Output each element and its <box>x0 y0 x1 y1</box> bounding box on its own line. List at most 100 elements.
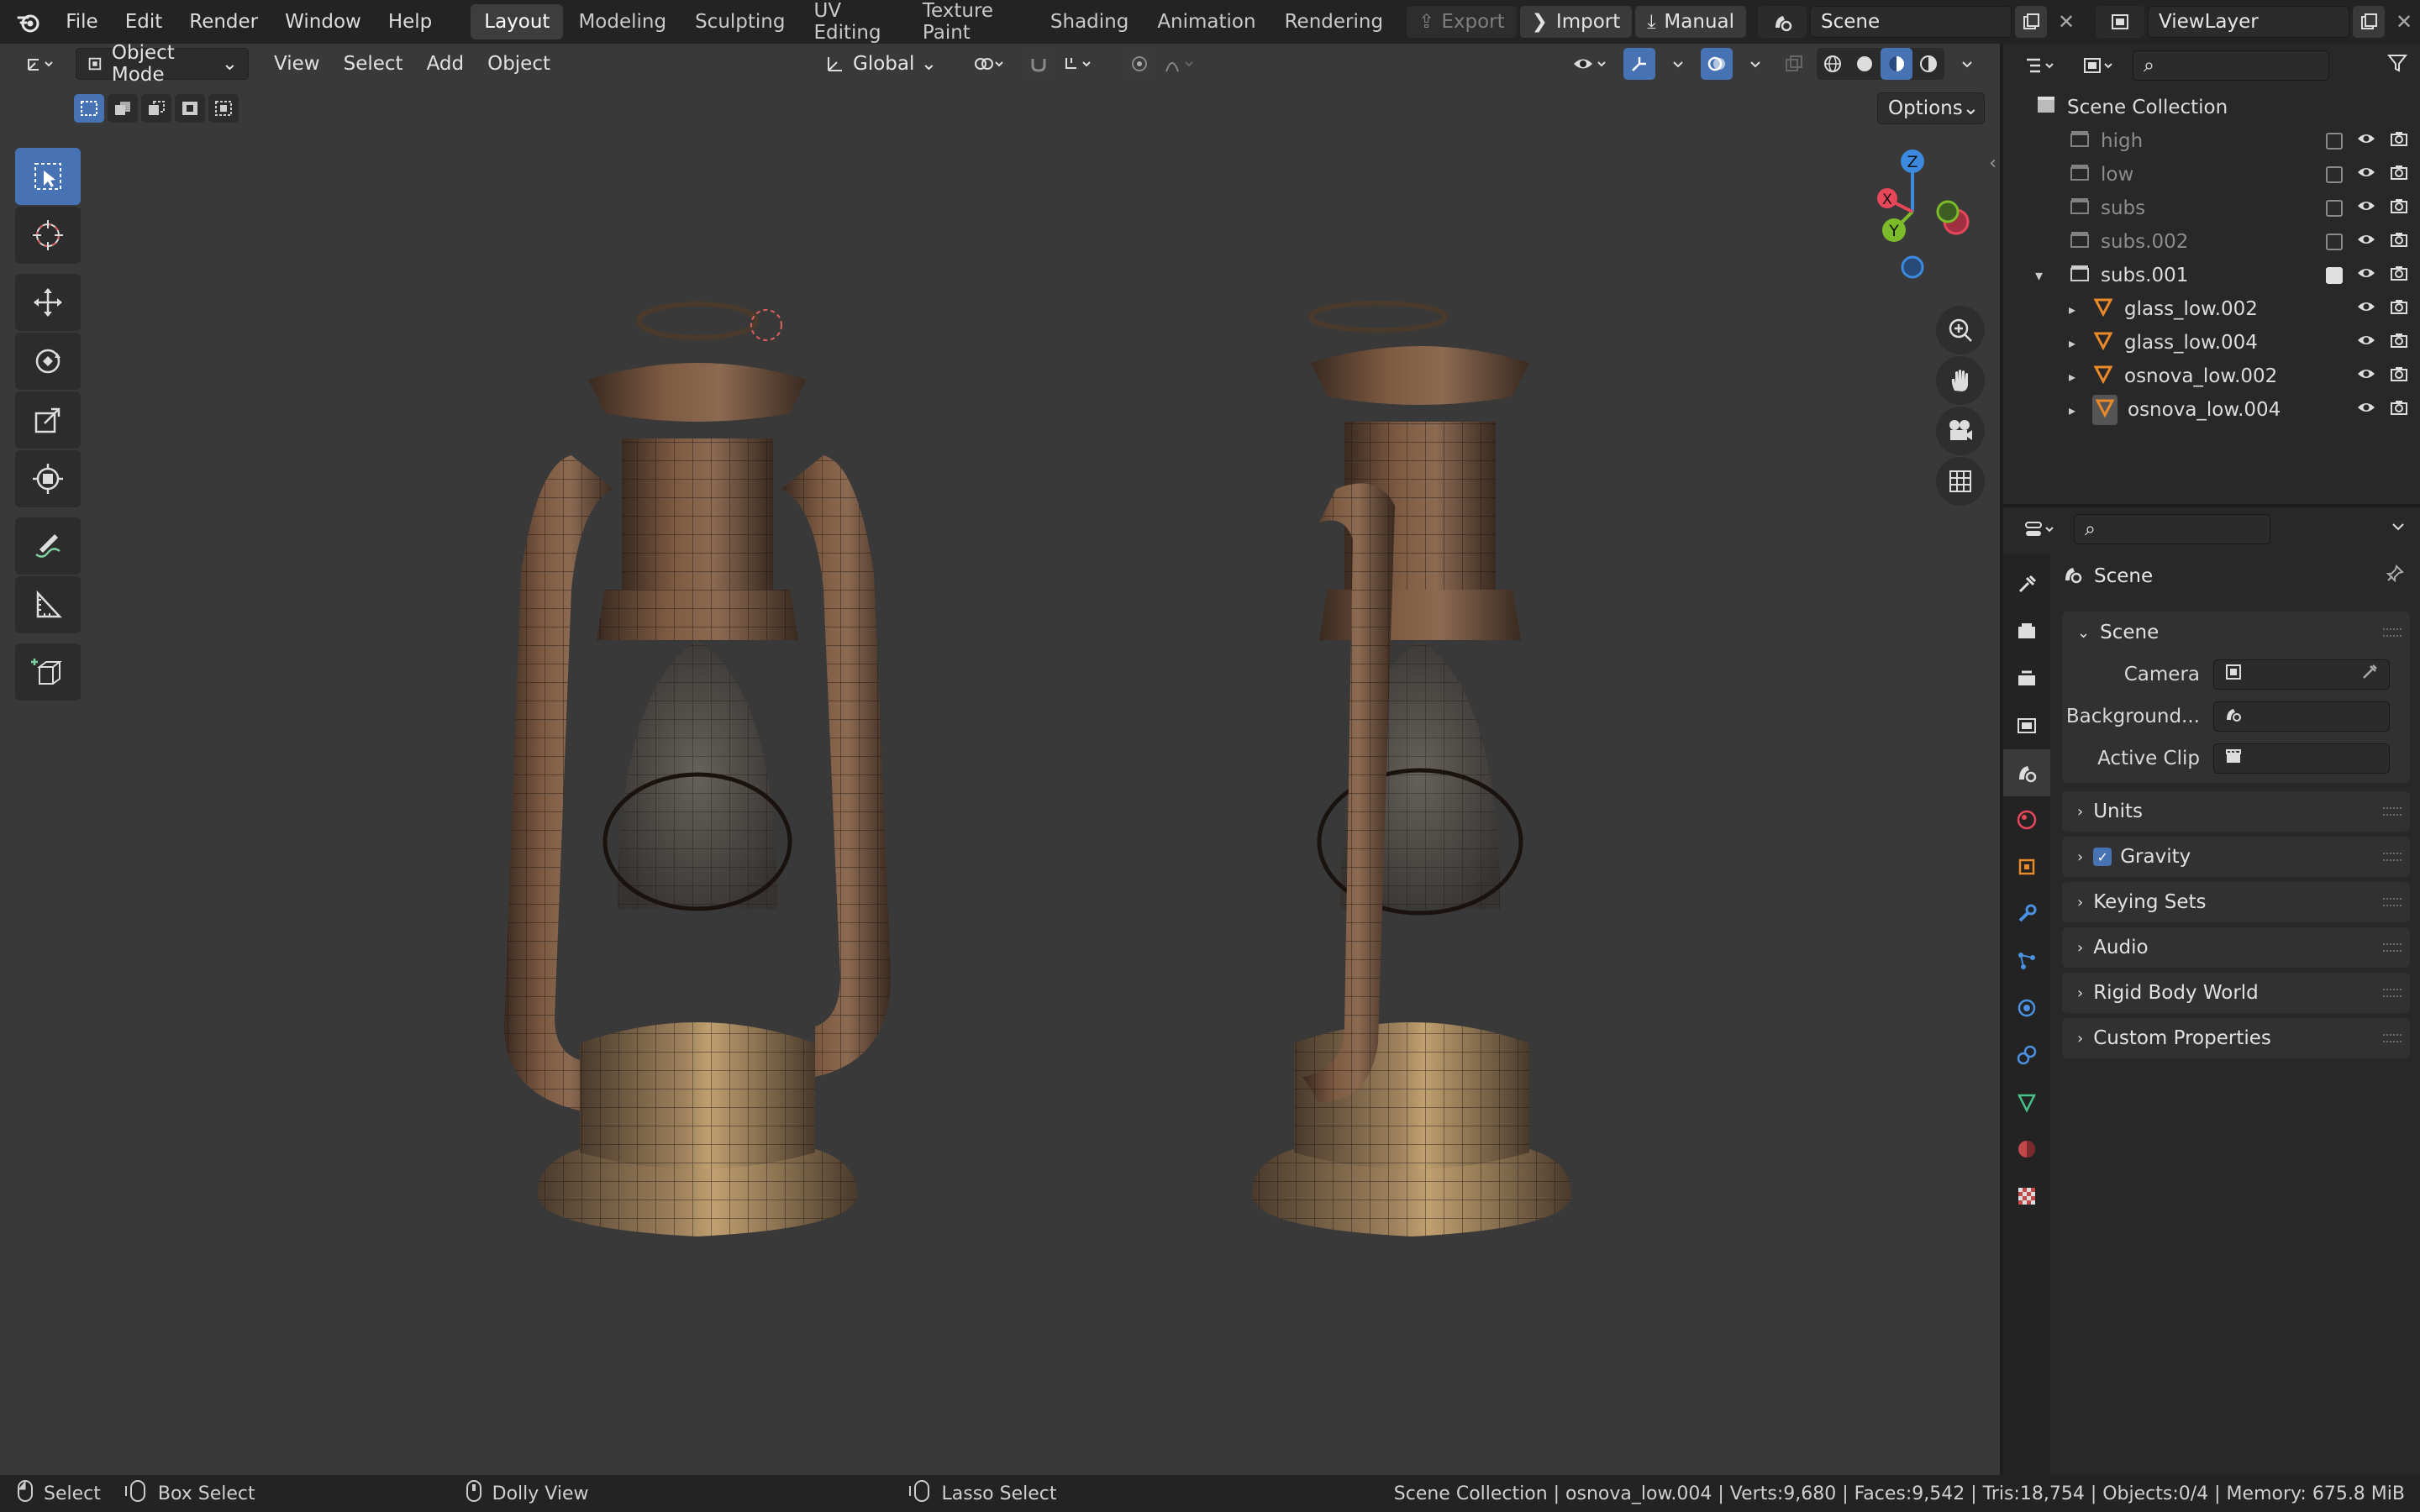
menu-object[interactable]: Object <box>476 53 562 75</box>
render-camera-icon[interactable] <box>2390 230 2408 254</box>
render-camera-icon[interactable] <box>2390 365 2408 388</box>
pan-hand-icon[interactable] <box>1936 356 1985 405</box>
select-subtract-icon[interactable] <box>141 94 171 123</box>
gravity-checkbox[interactable]: ✓ <box>2093 848 2112 866</box>
display-mode-icon[interactable] <box>2074 50 2124 81</box>
editor-type-icon[interactable] <box>12 48 66 80</box>
menu-window[interactable]: Window <box>271 0 375 44</box>
drag-handle-icon[interactable] <box>2383 989 2402 997</box>
render-camera-icon[interactable] <box>2390 398 2408 422</box>
property-subpanel[interactable]: › Units <box>2062 791 2410 832</box>
tab-sculpting[interactable]: Sculpting <box>681 4 798 39</box>
overlays-toggle-icon[interactable] <box>1701 48 1733 80</box>
add-cube-tool-icon[interactable] <box>15 643 81 701</box>
hide-eye-icon[interactable] <box>2356 399 2376 421</box>
hide-eye-icon[interactable] <box>2356 231 2376 253</box>
gizmo-neg-z[interactable] <box>1901 255 1924 279</box>
move-tool-icon[interactable] <box>15 274 81 331</box>
drag-handle-icon[interactable] <box>2383 943 2402 952</box>
tab-modeling[interactable]: Modeling <box>565 4 680 39</box>
drag-handle-icon[interactable] <box>2383 853 2402 861</box>
eyedropper-icon[interactable] <box>2360 663 2379 686</box>
annotate-tool-icon[interactable] <box>15 517 81 575</box>
scene-selector-icon[interactable] <box>1758 6 1807 38</box>
outliner-object-row[interactable]: ▸ glass_low.002 <box>2003 292 2420 326</box>
xray-toggle-icon[interactable] <box>1778 48 1810 80</box>
world-tab-icon[interactable] <box>2003 796 2050 843</box>
hide-eye-icon[interactable] <box>2356 130 2376 152</box>
new-scene-icon[interactable] <box>2015 6 2047 38</box>
background-scene-field[interactable] <box>2213 701 2390 732</box>
expand-arrow-icon[interactable]: ▸ <box>2069 335 2092 351</box>
wireframe-shading-icon[interactable] <box>1817 48 1849 80</box>
view-layer-field[interactable]: ViewLayer <box>2148 6 2349 38</box>
physics-tab-icon[interactable] <box>2003 984 2050 1032</box>
export-button[interactable]: ⇪ Export <box>1407 6 1517 38</box>
drag-handle-icon[interactable] <box>2383 1034 2402 1042</box>
zoom-icon[interactable] <box>1936 306 1985 354</box>
select-extend-icon[interactable] <box>108 94 138 123</box>
rendered-shading-icon[interactable] <box>1912 48 1944 80</box>
scene-name-field[interactable]: Scene <box>1810 6 2012 38</box>
3d-viewport[interactable]: Object Mode ⌄ View Select Add Object Glo… <box>0 44 2000 1475</box>
hide-eye-icon[interactable] <box>2356 332 2376 354</box>
scene-tab-icon[interactable] <box>2003 749 2050 796</box>
transform-tool-icon[interactable] <box>15 450 81 507</box>
drag-handle-icon[interactable] <box>2383 898 2402 906</box>
shading-options-icon[interactable] <box>1951 48 1983 80</box>
tab-animation[interactable]: Animation <box>1144 4 1269 39</box>
cursor-tool-icon[interactable] <box>15 207 81 264</box>
properties-search-input[interactable]: ⌕ <box>2074 514 2270 544</box>
material-preview-shading-icon[interactable] <box>1881 48 1912 80</box>
texture-tab-icon[interactable] <box>2003 1173 2050 1220</box>
data-tab-icon[interactable] <box>2003 1079 2050 1126</box>
outliner-collection-row[interactable]: low <box>2003 158 2420 192</box>
delete-scene-icon[interactable]: ✕ <box>2050 6 2082 38</box>
camera-field[interactable] <box>2213 659 2390 690</box>
tab-rendering[interactable]: Rendering <box>1271 4 1397 39</box>
render-camera-icon[interactable] <box>2390 197 2408 220</box>
outliner-object-row[interactable]: ▸ glass_low.004 <box>2003 326 2420 360</box>
constraints-tab-icon[interactable] <box>2003 1032 2050 1079</box>
blender-logo-icon[interactable] <box>13 6 44 38</box>
delete-view-layer-icon[interactable]: ✕ <box>2388 6 2420 38</box>
modifier-tab-icon[interactable] <box>2003 890 2050 937</box>
scene-subpanel-header[interactable]: ⌄ Scene <box>2062 612 2410 654</box>
select-box-tool-icon[interactable] <box>15 148 81 205</box>
property-subpanel[interactable]: › Rigid Body World <box>2062 973 2410 1013</box>
property-subpanel[interactable]: › ✓ Gravity <box>2062 837 2410 877</box>
properties-editor-type-icon[interactable] <box>2015 513 2065 545</box>
active-clip-field[interactable] <box>2213 743 2390 774</box>
render-tab-icon[interactable] <box>2003 608 2050 655</box>
render-camera-icon[interactable] <box>2390 297 2408 321</box>
menu-help[interactable]: Help <box>375 0 445 44</box>
proportional-editing-icon[interactable] <box>1123 48 1156 80</box>
exclude-checkbox[interactable] <box>2326 234 2343 250</box>
solid-shading-icon[interactable] <box>1849 48 1881 80</box>
select-invert-icon[interactable] <box>175 94 205 123</box>
exclude-checkbox[interactable] <box>2326 133 2343 150</box>
gizmo-neg-y[interactable] <box>1936 200 1960 223</box>
overlays-options-icon[interactable] <box>1739 48 1771 80</box>
filter-icon[interactable] <box>2386 52 2408 79</box>
perspective-grid-icon[interactable] <box>1936 457 1985 506</box>
select-intersect-icon[interactable] <box>208 94 239 123</box>
collapse-sidebar-icon[interactable]: ‹ <box>1989 153 1996 174</box>
properties-options-icon[interactable] <box>2390 518 2407 540</box>
tab-shading[interactable]: Shading <box>1037 4 1142 39</box>
drag-handle-icon[interactable] <box>2383 628 2402 637</box>
exclude-checkbox[interactable] <box>2326 200 2343 217</box>
scale-tool-icon[interactable] <box>15 391 81 449</box>
menu-file[interactable]: File <box>52 0 112 44</box>
menu-add[interactable]: Add <box>415 53 476 75</box>
hide-eye-icon[interactable] <box>2356 265 2376 286</box>
object-tab-icon[interactable] <box>2003 843 2050 890</box>
rotate-tool-icon[interactable] <box>15 333 81 390</box>
hide-eye-icon[interactable] <box>2356 298 2376 320</box>
exclude-checkbox[interactable] <box>2326 166 2343 183</box>
render-camera-icon[interactable] <box>2390 163 2408 186</box>
outliner-collection-row[interactable]: ▾ subs.001 <box>2003 259 2420 292</box>
transform-orientation-dropdown[interactable]: Global ⌄ <box>814 48 947 80</box>
import-button[interactable]: ❯ Import <box>1519 6 1633 38</box>
property-subpanel[interactable]: › Audio <box>2062 927 2410 968</box>
